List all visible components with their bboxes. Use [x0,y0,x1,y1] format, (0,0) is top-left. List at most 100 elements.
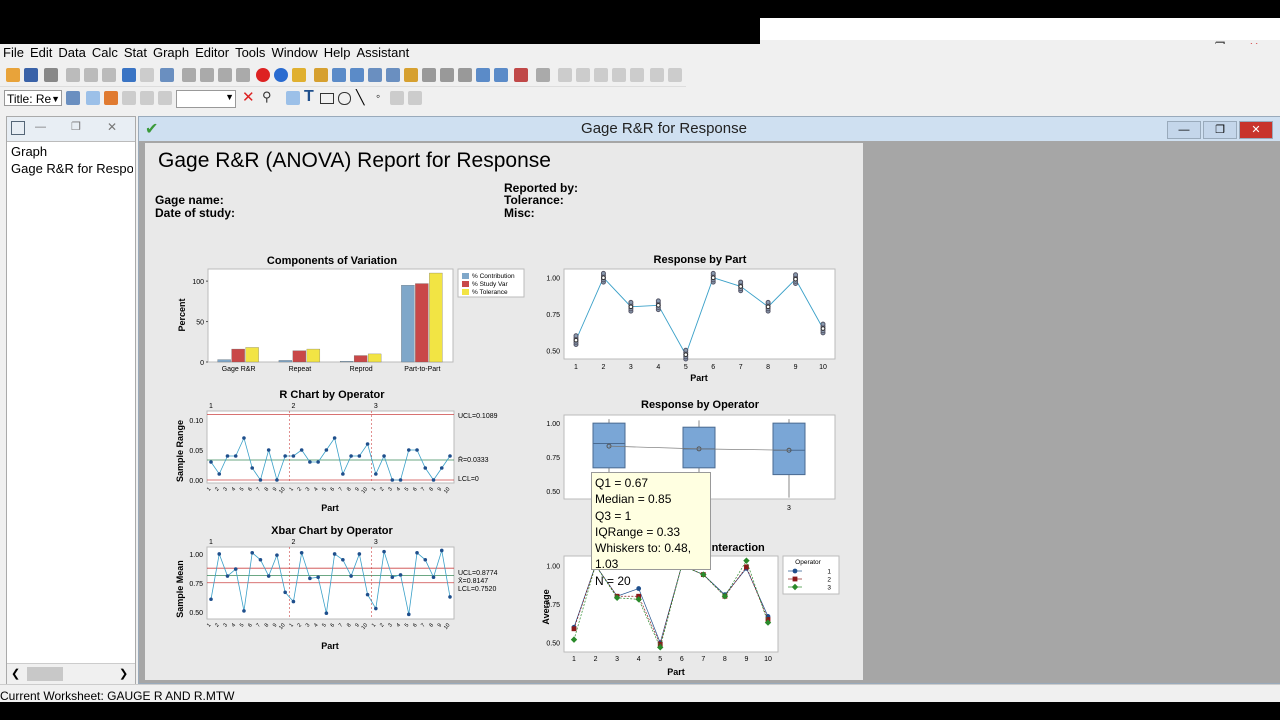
polyline-icon[interactable] [390,91,404,105]
help-icon[interactable] [274,68,288,82]
horizontal-scrollbar[interactable]: ❮ ❯ [7,663,135,684]
undo-icon[interactable] [122,68,136,82]
menu-window[interactable]: Window [268,44,320,62]
xbar-chart-x-label: Part [321,641,339,651]
response-by-part-chart[interactable]: 1 2 3 4 5 6 7 8 9 10 0.50 0.75 1.00 Part [535,265,845,385]
text-tool-icon[interactable]: T [304,88,314,106]
replace-icon[interactable] [236,68,250,82]
tile-icon[interactable] [332,68,346,82]
edit-tool-4-icon[interactable] [612,68,626,82]
poi-x-tick: 10 [764,656,772,663]
open-icon[interactable] [6,68,20,82]
close-icon[interactable]: ✕ [107,120,117,134]
move-up-icon[interactable] [182,68,196,82]
close-all-graphs-icon[interactable] [514,68,528,82]
menu-data[interactable]: Data [55,44,88,62]
marker-icon[interactable]: ◦ [376,89,380,103]
pointer-icon[interactable] [286,91,300,105]
print-icon[interactable] [44,68,58,82]
restore-icon[interactable]: ❐ [71,120,81,133]
project-manager-icon[interactable] [386,68,400,82]
find-icon[interactable] [218,68,232,82]
swap-icon[interactable] [158,91,172,105]
xch-x-tick: 6 [330,622,337,628]
tree-item-gage-rr[interactable]: Gage R&R for Respon [11,161,133,176]
minimize-icon[interactable]: — [1167,121,1201,139]
restore-icon[interactable]: ❐ [1203,121,1237,139]
info-icon[interactable] [368,68,382,82]
paste-icon[interactable] [102,68,116,82]
rbp-x-tick: 7 [739,364,743,371]
edit-tool-5-icon[interactable] [630,68,644,82]
xch-x-tick: 8 [428,622,435,628]
rbp-mean-point [820,326,826,331]
graph-folder-icon[interactable] [314,68,328,82]
move-down-icon[interactable] [200,68,214,82]
cascade-icon[interactable] [350,68,364,82]
close-icon[interactable]: ✕ [1239,121,1273,139]
minimize-icon[interactable]: — [35,121,46,133]
rch-data-point [349,454,353,458]
select-icon[interactable] [86,91,100,105]
rectangle-icon[interactable] [320,93,334,104]
copy-icon[interactable] [84,68,98,82]
tooltip-n: N = 20 [595,573,631,588]
line-icon[interactable]: ╲ [356,89,364,106]
menu-stat[interactable]: Stat [121,44,150,62]
cv-bar [306,348,321,363]
redo-icon[interactable] [140,68,154,82]
scroll-left-icon[interactable]: ❮ [11,667,20,680]
tree-item-graph[interactable]: Graph [11,144,47,159]
cv-bar [217,359,231,363]
sigma-icon[interactable] [292,68,306,82]
scroll-right-icon[interactable]: ❯ [119,667,128,680]
menu-help[interactable]: Help [321,44,354,62]
edit-tool-1-icon[interactable] [558,68,572,82]
legend-tolerance: % Tolerance [472,289,508,296]
menu-edit[interactable]: Edit [27,44,55,62]
brush-icon[interactable] [104,91,118,105]
menu-graph[interactable]: Graph [150,44,192,62]
cancel-icon[interactable] [256,68,270,82]
tooltip-q3: Q3 = 1 [595,508,632,523]
size-dropdown[interactable]: ▼ [176,90,236,108]
xch-data-point [415,551,419,555]
session-icon[interactable] [160,68,174,82]
function-icon[interactable] [536,68,550,82]
edit-tool-7-icon[interactable] [668,68,682,82]
zoom-icon[interactable]: ⚲ [262,89,272,105]
menu-file[interactable]: File [0,44,27,62]
worksheet-icon[interactable] [476,68,490,82]
graph-brush-icon[interactable] [458,68,472,82]
related-docs-icon[interactable] [440,68,454,82]
new-document-icon[interactable] [422,68,436,82]
edit-icon[interactable] [66,91,80,105]
r-chart-lcl: LCL=0 [458,476,479,483]
ellipse-icon[interactable] [338,92,351,105]
title-dropdown[interactable]: Title: Re ▼ [4,90,62,106]
menu-assistant[interactable]: Assistant [353,44,412,62]
edit-tool-2-icon[interactable] [576,68,590,82]
r-chart[interactable]: 1 2 31 2 3 4 5 6 7 8 9 10 1 2 3 4 5 6 7 8 9 10 1 2 3 4 5 6 7 8 9 100.00… [173,399,533,517]
components-of-variation-chart[interactable]: Gage R&R Repeat Reprod Part-to-Part 0 50 100 P… [175,263,535,373]
scrollbar-thumb[interactable] [27,667,63,681]
report-pad-icon[interactable] [404,68,418,82]
history-icon[interactable] [494,68,508,82]
save-icon[interactable] [24,68,38,82]
cut-icon[interactable] [66,68,80,82]
menu-calc[interactable]: Calc [89,44,121,62]
crosshair-icon[interactable] [122,91,136,105]
panel-icon[interactable] [11,121,25,135]
edit-tool-3-icon[interactable] [594,68,608,82]
xch-x-tick: 1 [288,622,295,628]
xch-data-point [332,552,337,556]
menu-tools[interactable]: Tools [232,44,268,62]
xbar-chart[interactable]: 1 2 31 2 3 4 5 6 7 8 9 10 1 2 3 4 5 6 7 8 9 10 1 2 3 4 5 6 7 8 9 100.50… [173,535,533,653]
menu-editor[interactable]: Editor [192,44,232,62]
delete-icon[interactable]: ✕ [242,88,255,106]
polygon-icon[interactable] [408,91,422,105]
edit-tool-6-icon[interactable] [650,68,664,82]
chevron-down-icon: ▼ [51,94,60,104]
rch-x-tick: 4 [313,486,320,492]
flag-icon[interactable] [140,91,154,105]
